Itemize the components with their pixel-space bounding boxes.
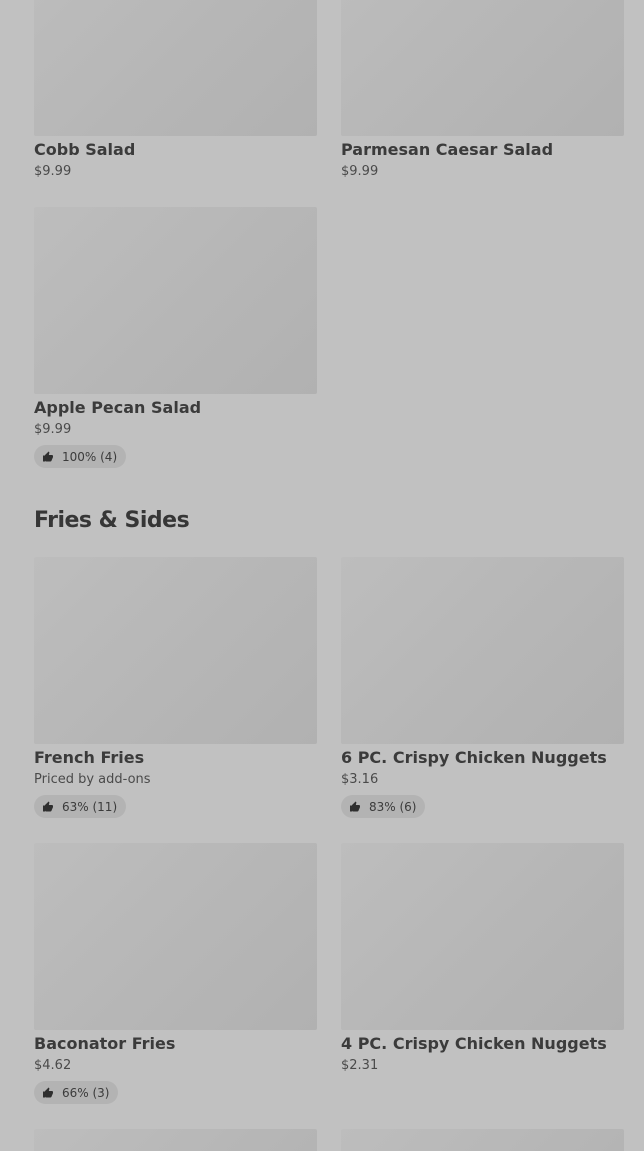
menu-item-card[interactable]: Parmesan Caesar Salad $9.99 bbox=[341, 0, 624, 181]
menu-item-name: Apple Pecan Salad bbox=[34, 398, 202, 417]
menu-item-price: $4.62 bbox=[34, 1058, 72, 1073]
menu-item-image bbox=[34, 207, 317, 394]
thumbs-up-icon bbox=[350, 801, 360, 811]
menu-item-image bbox=[341, 0, 624, 136]
menu-item-image[interactable] bbox=[34, 1129, 317, 1151]
menu-item-image bbox=[34, 843, 317, 1030]
menu-item-price: $9.99 bbox=[341, 164, 379, 179]
rating-badge: 83% (6) bbox=[341, 795, 426, 818]
menu-item-name: Baconator Fries bbox=[34, 1034, 176, 1053]
rating-text: 66% (3) bbox=[62, 1085, 110, 1100]
menu-item-image bbox=[34, 557, 317, 744]
menu-item-card[interactable]: Baconator Fries $4.62 66% (3) bbox=[34, 843, 317, 1104]
rating-badge: 66% (3) bbox=[34, 1081, 119, 1104]
menu-item-price: $2.31 bbox=[341, 1058, 379, 1073]
menu-item-card[interactable]: 6 PC. Crispy Chicken Nuggets $3.16 83% (… bbox=[341, 557, 624, 818]
rating-badge: 100% (4) bbox=[34, 445, 127, 468]
rating-badge: 63% (11) bbox=[34, 795, 127, 818]
menu-item-name: Cobb Salad bbox=[34, 140, 136, 159]
menu-item-price: $9.99 bbox=[34, 422, 72, 437]
menu-item-price: $9.99 bbox=[34, 164, 72, 179]
thumbs-up-icon bbox=[43, 451, 53, 461]
menu-item-image bbox=[341, 557, 624, 744]
menu-page: Cobb Salad $9.99 Parmesan Caesar Salad $… bbox=[0, 0, 644, 1151]
thumbs-up-icon bbox=[43, 1087, 53, 1097]
menu-item-card[interactable]: Apple Pecan Salad $9.99 100% (4) bbox=[34, 207, 317, 468]
rating-text: 83% (6) bbox=[369, 799, 417, 814]
menu-item-image[interactable] bbox=[341, 1129, 624, 1151]
thumbs-up-icon bbox=[43, 801, 53, 811]
rating-text: 63% (11) bbox=[62, 799, 118, 814]
rating-text: 100% (4) bbox=[62, 449, 118, 464]
menu-item-name: 4 PC. Crispy Chicken Nuggets bbox=[341, 1034, 607, 1053]
menu-item-card[interactable]: Cobb Salad $9.99 bbox=[34, 0, 317, 181]
menu-item-image bbox=[341, 843, 624, 1030]
section-title: Fries & Sides bbox=[34, 508, 190, 533]
menu-item-price: $3.16 bbox=[341, 772, 379, 787]
menu-item-price: Priced by add-ons bbox=[34, 772, 151, 787]
menu-item-name: French Fries bbox=[34, 748, 145, 767]
menu-item-card[interactable]: French Fries Priced by add-ons 63% (11) bbox=[34, 557, 317, 818]
menu-item-name: Parmesan Caesar Salad bbox=[341, 140, 554, 159]
menu-item-image bbox=[34, 0, 317, 136]
menu-item-name: 6 PC. Crispy Chicken Nuggets bbox=[341, 748, 607, 767]
menu-item-card[interactable]: 4 PC. Crispy Chicken Nuggets $2.31 bbox=[341, 843, 624, 1075]
